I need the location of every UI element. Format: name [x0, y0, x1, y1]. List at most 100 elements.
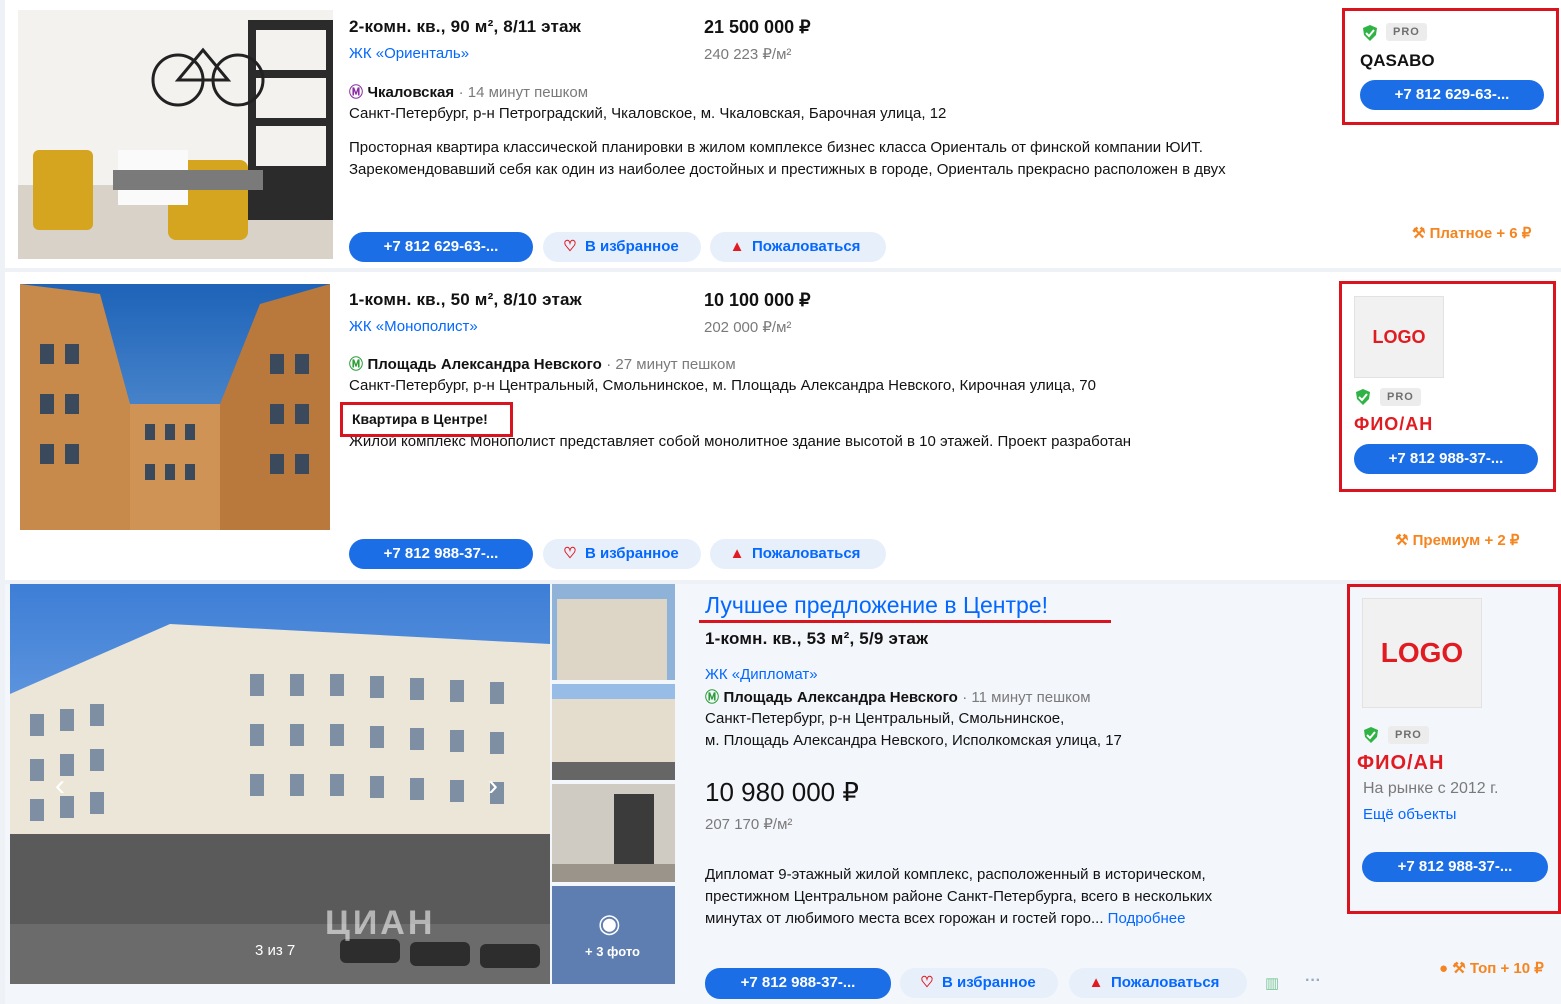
complain-button[interactable]: ▲ Пожаловаться — [710, 539, 886, 569]
price-per-meter: 202 000 ₽/м² — [704, 319, 792, 336]
listing-address[interactable]: Санкт-Петербург, р-н Петроградский, Чкал… — [349, 105, 946, 122]
thumbnail-image — [552, 784, 675, 882]
metro-icon: Ⓜ — [349, 356, 363, 372]
listing-description-line: Дипломат 9-этажный жилой комплекс, распо… — [705, 866, 1206, 883]
listing-title[interactable]: 2-комн. кв., 90 м², 8/11 этаж — [349, 17, 581, 37]
phone-button[interactable]: +7 812 988-37-... — [705, 968, 891, 999]
heart-icon: ♡ — [920, 974, 934, 991]
listing-address[interactable]: Санкт-Петербург, р-н Центральный, Смольн… — [349, 377, 1096, 394]
metro-distance: · 27 минут пешком — [606, 356, 736, 373]
metro-icon: Ⓜ — [349, 84, 363, 100]
building-photo — [10, 584, 550, 984]
listing-address-line[interactable]: Санкт-Петербург, р-н Центральный, Смольн… — [705, 710, 1064, 727]
hammer-icon: ⚒ — [1452, 960, 1466, 977]
complain-label: Пожаловаться — [752, 545, 861, 562]
metro-station[interactable]: Площадь Александра Невского — [367, 356, 601, 373]
verified-check-icon — [1363, 25, 1377, 41]
listing-address-line[interactable]: м. Площадь Александра Невского, Исполком… — [705, 732, 1122, 749]
metro-distance: · 11 минут пешком — [962, 689, 1091, 706]
thumbnail-image — [552, 684, 675, 780]
agent-phone-button[interactable]: +7 812 988-37-... — [1354, 444, 1538, 474]
complain-button[interactable]: ▲ Пожаловаться — [1069, 968, 1247, 998]
pro-badge: PRO — [1386, 23, 1427, 41]
listing-card[interactable]: 1-комн. кв., 50 м², 8/10 этаж ЖК «Монопо… — [5, 272, 1561, 580]
agent-experience: На рынке с 2012 г. — [1363, 780, 1499, 797]
thumbnail-photo[interactable] — [552, 684, 675, 780]
agent-name[interactable]: QASABO — [1360, 51, 1435, 71]
complain-button[interactable]: ▲ Пожаловаться — [710, 232, 886, 262]
price-per-meter: 240 223 ₽/м² — [704, 46, 792, 63]
metro-icon: Ⓜ — [705, 689, 719, 705]
agent-phone-button[interactable]: +7 812 988-37-... — [1362, 852, 1548, 882]
listing-description-line: Зарекомендовавший себя как один из наибо… — [349, 161, 1226, 178]
listing-title[interactable]: 1-комн. кв., 50 м², 8/10 этаж — [349, 290, 582, 310]
hammer-icon: ⚒ — [1412, 225, 1426, 242]
heart-icon: ♡ — [563, 545, 577, 562]
listing-main-photo[interactable]: ‹ › 3 из 7 ЦИАН — [10, 584, 550, 984]
complex-link[interactable]: ЖК «Монополист» — [349, 318, 478, 335]
agent-name[interactable]: ФИО/АН — [1354, 414, 1433, 435]
listing-description-line: Просторная квартира классической планиро… — [349, 139, 1203, 156]
pro-badge: PRO — [1380, 388, 1421, 406]
metro-station[interactable]: Площадь Александра Невского — [723, 689, 957, 706]
complain-label: Пожаловаться — [752, 238, 861, 255]
agency-logo[interactable]: LOGO — [1362, 598, 1482, 708]
metro-info: Ⓜ Чкаловская · 14 минут пешком — [349, 82, 588, 102]
apartment-interior-photo — [18, 10, 333, 259]
map-icon[interactable]: ▥ — [1265, 974, 1279, 992]
metro-station[interactable]: Чкаловская — [367, 84, 454, 101]
verified-check-icon — [1364, 727, 1378, 743]
next-photo-arrow[interactable]: › — [488, 769, 498, 803]
warning-icon: ▲ — [729, 238, 745, 255]
favorite-label: В избранное — [585, 238, 679, 255]
more-photos-tile[interactable]: ◉ + 3 фото — [552, 886, 675, 984]
metro-info: Ⓜ Площадь Александра Невского · 27 минут… — [349, 354, 736, 374]
listing-photo[interactable] — [18, 10, 333, 259]
complain-label: Пожаловаться — [1111, 974, 1220, 991]
listing-photo[interactable] — [20, 284, 330, 530]
hammer-icon: ⚒ — [1395, 532, 1409, 549]
complex-link[interactable]: ЖК «Ориенталь» — [349, 45, 469, 62]
paid-status: ● ⚒ Топ + 10 ₽ — [1439, 959, 1544, 977]
listing-description-line: престижном Центральном районе Санкт-Пете… — [705, 888, 1213, 905]
thumbnail-photo[interactable] — [552, 584, 675, 680]
building-photo — [20, 284, 330, 530]
warning-icon: ▲ — [1088, 974, 1104, 991]
listing-card[interactable]: 2-комн. кв., 90 м², 8/11 этаж ЖК «Ориент… — [5, 0, 1561, 268]
agent-phone-button[interactable]: +7 812 629-63-... — [1360, 80, 1544, 110]
more-actions-icon[interactable]: ··· — [1305, 972, 1321, 990]
more-photos-label: + 3 фото — [585, 944, 641, 959]
photo-counter: 3 из 7 — [255, 942, 296, 959]
complex-link[interactable]: ЖК «Дипломат» — [705, 666, 818, 683]
favorite-button[interactable]: ♡ В избранное — [543, 232, 701, 262]
paid-status: ⚒ Премиум + 2 ₽ — [1395, 531, 1519, 549]
agent-more-link[interactable]: Ещё объекты — [1363, 806, 1456, 823]
thumbnail-image — [552, 584, 675, 680]
listing-card[interactable]: ‹ › 3 из 7 ЦИАН ◉ + 3 фото Лучшее предло… — [5, 584, 1561, 1004]
more-link[interactable]: Подробнее — [1108, 910, 1186, 927]
paid-label: Платное + 6 ₽ — [1429, 225, 1532, 242]
phone-button[interactable]: +7 812 988-37-... — [349, 539, 533, 569]
favorite-label: В избранное — [942, 974, 1036, 991]
warning-icon: ▲ — [729, 545, 745, 562]
paid-label: Премиум + 2 ₽ — [1412, 532, 1520, 549]
listing-title[interactable]: 1-комн. кв., 53 м², 5/9 этаж — [705, 629, 928, 649]
thumbnail-photo[interactable] — [552, 784, 675, 882]
price-per-meter: 207 170 ₽/м² — [705, 816, 793, 833]
heart-icon: ♡ — [563, 238, 577, 255]
agency-logo[interactable]: LOGO — [1354, 296, 1444, 378]
favorite-button[interactable]: ♡ В избранное — [900, 968, 1058, 998]
metro-info: Ⓜ Площадь Александра Невского · 11 минут… — [705, 687, 1091, 707]
prev-photo-arrow[interactable]: ‹ — [55, 769, 65, 803]
paid-status: ⚒ Платное + 6 ₽ — [1412, 224, 1531, 242]
camera-icon: ◉ — [598, 908, 621, 938]
phone-button[interactable]: +7 812 629-63-... — [349, 232, 533, 262]
listing-price: 10 980 000 ₽ — [705, 777, 859, 807]
description-text: минутах от любимого места всех горожан и… — [705, 910, 1104, 927]
listing-headline: Квартира в Центре! — [340, 402, 513, 437]
favorite-label: В избранное — [585, 545, 679, 562]
watermark: ЦИАН — [325, 904, 436, 942]
listing-headline[interactable]: Лучшее предложение в Центре! — [705, 592, 1048, 619]
agent-name[interactable]: ФИО/АН — [1357, 752, 1444, 775]
favorite-button[interactable]: ♡ В избранное — [543, 539, 701, 569]
